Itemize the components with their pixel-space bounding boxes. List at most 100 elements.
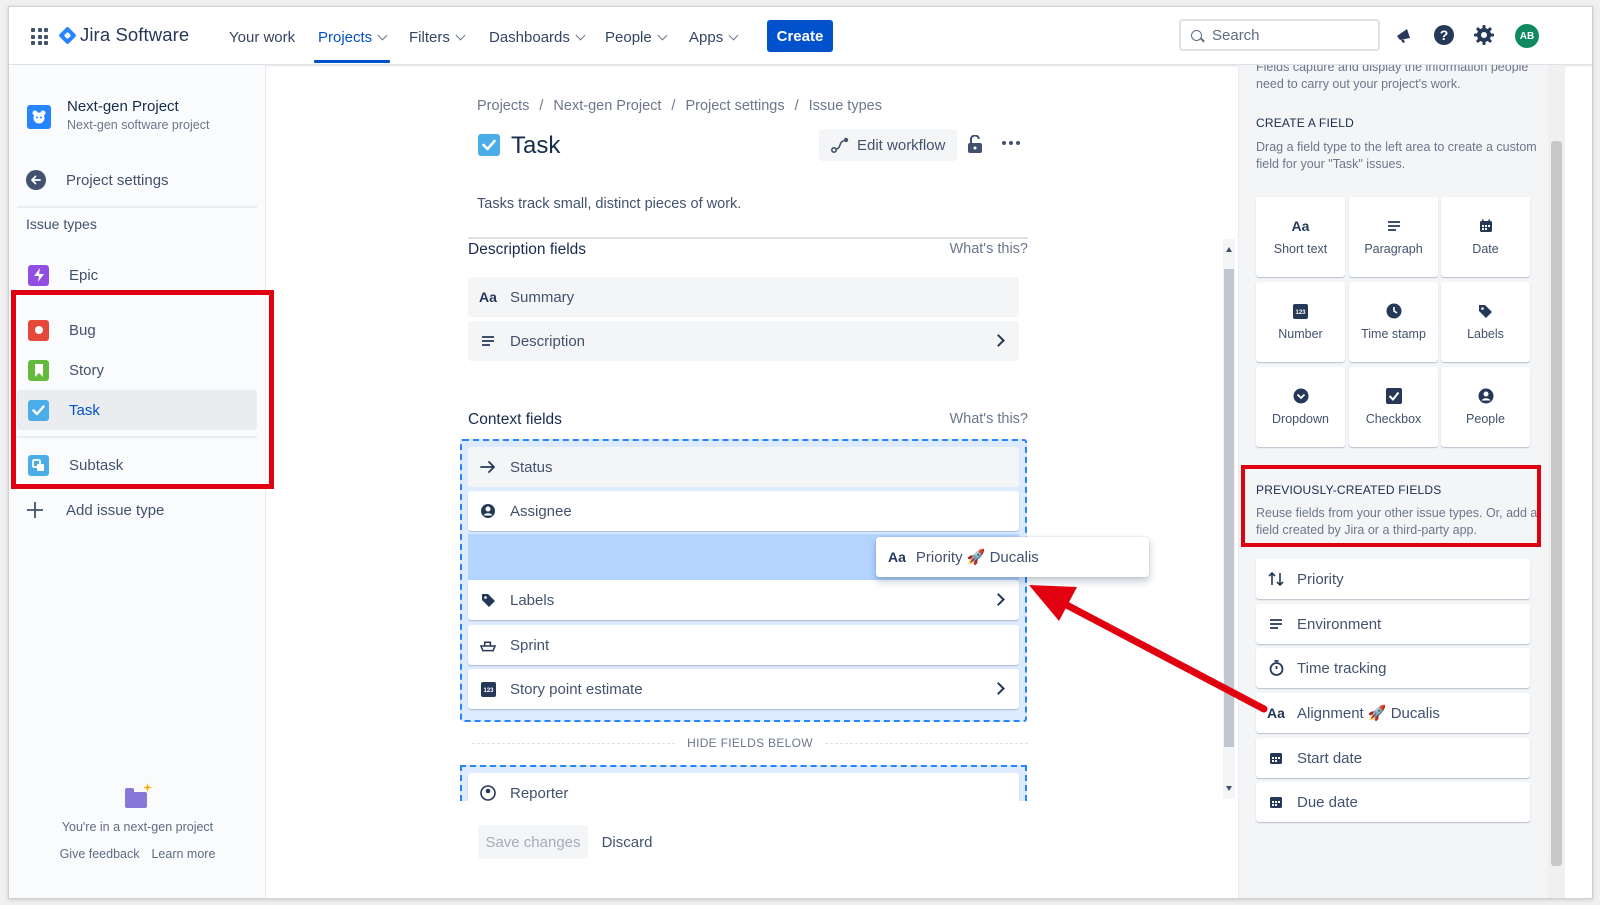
field-assignee[interactable]: Assignee [468,491,1019,531]
field-type-paragraph[interactable]: Paragraph [1349,197,1438,277]
field-story-point-estimate[interactable]: 123 Story point estimate [468,669,1019,709]
field-summary[interactable]: Aa Summary [468,277,1019,317]
unlocked-padlock-icon[interactable] [967,135,983,153]
breadcrumb-settings[interactable]: Project settings [685,98,784,114]
save-changes-button[interactable]: Save changes [478,825,588,859]
fields-intro-text: Fields capture and display the informati… [1256,65,1529,91]
field-type-short-text[interactable]: Aa Short text [1256,197,1345,277]
notifications-megaphone-icon[interactable] [1393,24,1415,46]
plus-icon [26,501,44,519]
nav-people[interactable]: People [605,25,668,49]
next-gen-note: You're in a next-gen project [61,820,214,834]
previous-field-time-tracking[interactable]: Time tracking [1256,648,1530,688]
sparkle-icon [143,783,152,792]
field-type-people[interactable]: People [1441,367,1530,447]
paragraph-icon [480,333,496,349]
help-icon[interactable]: ? [1433,24,1455,46]
previous-field-priority[interactable]: Priority [1256,559,1530,599]
give-feedback-link[interactable]: Give feedback [60,847,140,861]
settings-gear-icon[interactable] [1473,24,1495,46]
app-switcher-icon[interactable] [31,28,48,45]
add-issue-type-button[interactable]: Add issue type [26,501,164,519]
dragged-field-label: Priority 🚀 Ducalis [915,549,1039,566]
hide-fields-below-divider: HIDE FIELDS BELOW [472,736,1029,750]
field-label: Start date [1297,749,1363,767]
field-type-label: Short text [1273,242,1328,256]
breadcrumb-projects[interactable]: Projects [477,98,529,114]
discard-button[interactable]: Discard [594,825,660,859]
chevron-down-icon [575,30,586,40]
field-type-checkbox[interactable]: Checkbox [1349,367,1438,447]
nav-apps-label: Apps [689,28,724,46]
page-scrollbar[interactable] [1548,65,1565,898]
field-label: Story point estimate [510,680,643,698]
dashed-line [824,742,1029,744]
dragged-field-priority[interactable]: Aa Priority 🚀 Ducalis [876,537,1149,577]
annotation-highlight-box [1241,465,1541,547]
field-reporter[interactable]: Reporter [468,773,1019,801]
search-input[interactable]: Search [1179,19,1380,51]
calendar-icon [1268,795,1284,809]
calendar-icon [1479,218,1493,234]
field-label: Priority [1297,570,1344,588]
previous-field-due-date[interactable]: Due date [1256,782,1530,822]
previous-field-start-date[interactable]: Start date [1256,738,1530,778]
sprint-icon [480,637,496,653]
field-label: Description [510,332,586,350]
field-description[interactable]: Description [468,321,1019,361]
svg-text:?: ? [1440,27,1449,43]
field-label: Summary [510,288,575,306]
nav-filters[interactable]: Filters [409,25,466,49]
previous-field-alignment[interactable]: Aa Alignment 🚀 Ducalis [1256,693,1530,733]
field-type-date[interactable]: Date [1441,197,1530,277]
checkbox-icon [1385,388,1402,404]
field-label: Environment [1297,615,1382,633]
calendar-icon [1268,751,1284,765]
more-options-icon[interactable] [1002,141,1020,145]
field-type-number[interactable]: 123 Number [1256,282,1345,362]
user-avatar[interactable]: AB [1515,24,1539,48]
hide-fields-below-label: HIDE FIELDS BELOW [687,736,813,750]
previous-field-environment[interactable]: Environment [1256,604,1530,644]
number-icon: 123 [1293,303,1308,319]
field-type-time-stamp[interactable]: Time stamp [1349,282,1438,362]
whats-this-link[interactable]: What's this? [949,241,1028,259]
field-label: Alignment 🚀 Ducalis [1297,705,1440,722]
field-sprint[interactable]: Sprint [468,625,1019,665]
field-type-dropdown[interactable]: Dropdown [1256,367,1345,447]
nav-your-work[interactable]: Your work [229,25,295,49]
context-fields-heading: Context fields [468,411,562,428]
nav-dashboards[interactable]: Dashboards [489,25,586,49]
jira-logo[interactable]: Jira Software [58,24,190,46]
edit-workflow-button[interactable]: Edit workflow [819,129,958,161]
scroll-up-arrow-icon[interactable] [1226,247,1232,252]
field-labels[interactable]: Labels [468,580,1019,620]
project-settings-label: Project settings [66,171,169,189]
issue-type-epic[interactable]: Epic [17,255,257,295]
breadcrumb-project[interactable]: Next-gen Project [553,98,661,114]
svg-text:123: 123 [483,688,494,694]
page-scrollbar-thumb[interactable] [1551,141,1562,866]
scroll-down-arrow-icon[interactable] [1226,786,1232,791]
page-title: Task [511,132,561,159]
project-settings-link[interactable]: Project settings [26,170,169,190]
project-name[interactable]: Next-gen Project [67,98,179,115]
create-button[interactable]: Create [767,20,833,52]
nav-projects[interactable]: Projects [318,25,388,49]
product-name: Jira Software [80,24,190,45]
next-gen-folder-icon [125,788,147,808]
nav-people-label: People [605,28,652,46]
number-icon: 123 [480,681,496,697]
hidden-fields-drop-zone[interactable]: Reporter [460,765,1027,801]
field-type-labels[interactable]: Labels [1441,282,1530,362]
breadcrumb-issue-types[interactable]: Issue types [809,98,882,114]
learn-more-link[interactable]: Learn more [151,847,215,861]
field-type-label: Time stamp [1361,327,1426,341]
sidebar-footer-links: Give feedback Learn more [9,847,266,861]
add-issue-type-label: Add issue type [66,501,165,519]
nav-apps[interactable]: Apps [689,25,739,49]
field-status[interactable]: Status [468,447,1019,487]
field-label: Time tracking [1297,659,1387,677]
whats-this-link[interactable]: What's this? [949,411,1028,429]
breadcrumb: Projects / Next-gen Project / Project se… [477,98,882,114]
